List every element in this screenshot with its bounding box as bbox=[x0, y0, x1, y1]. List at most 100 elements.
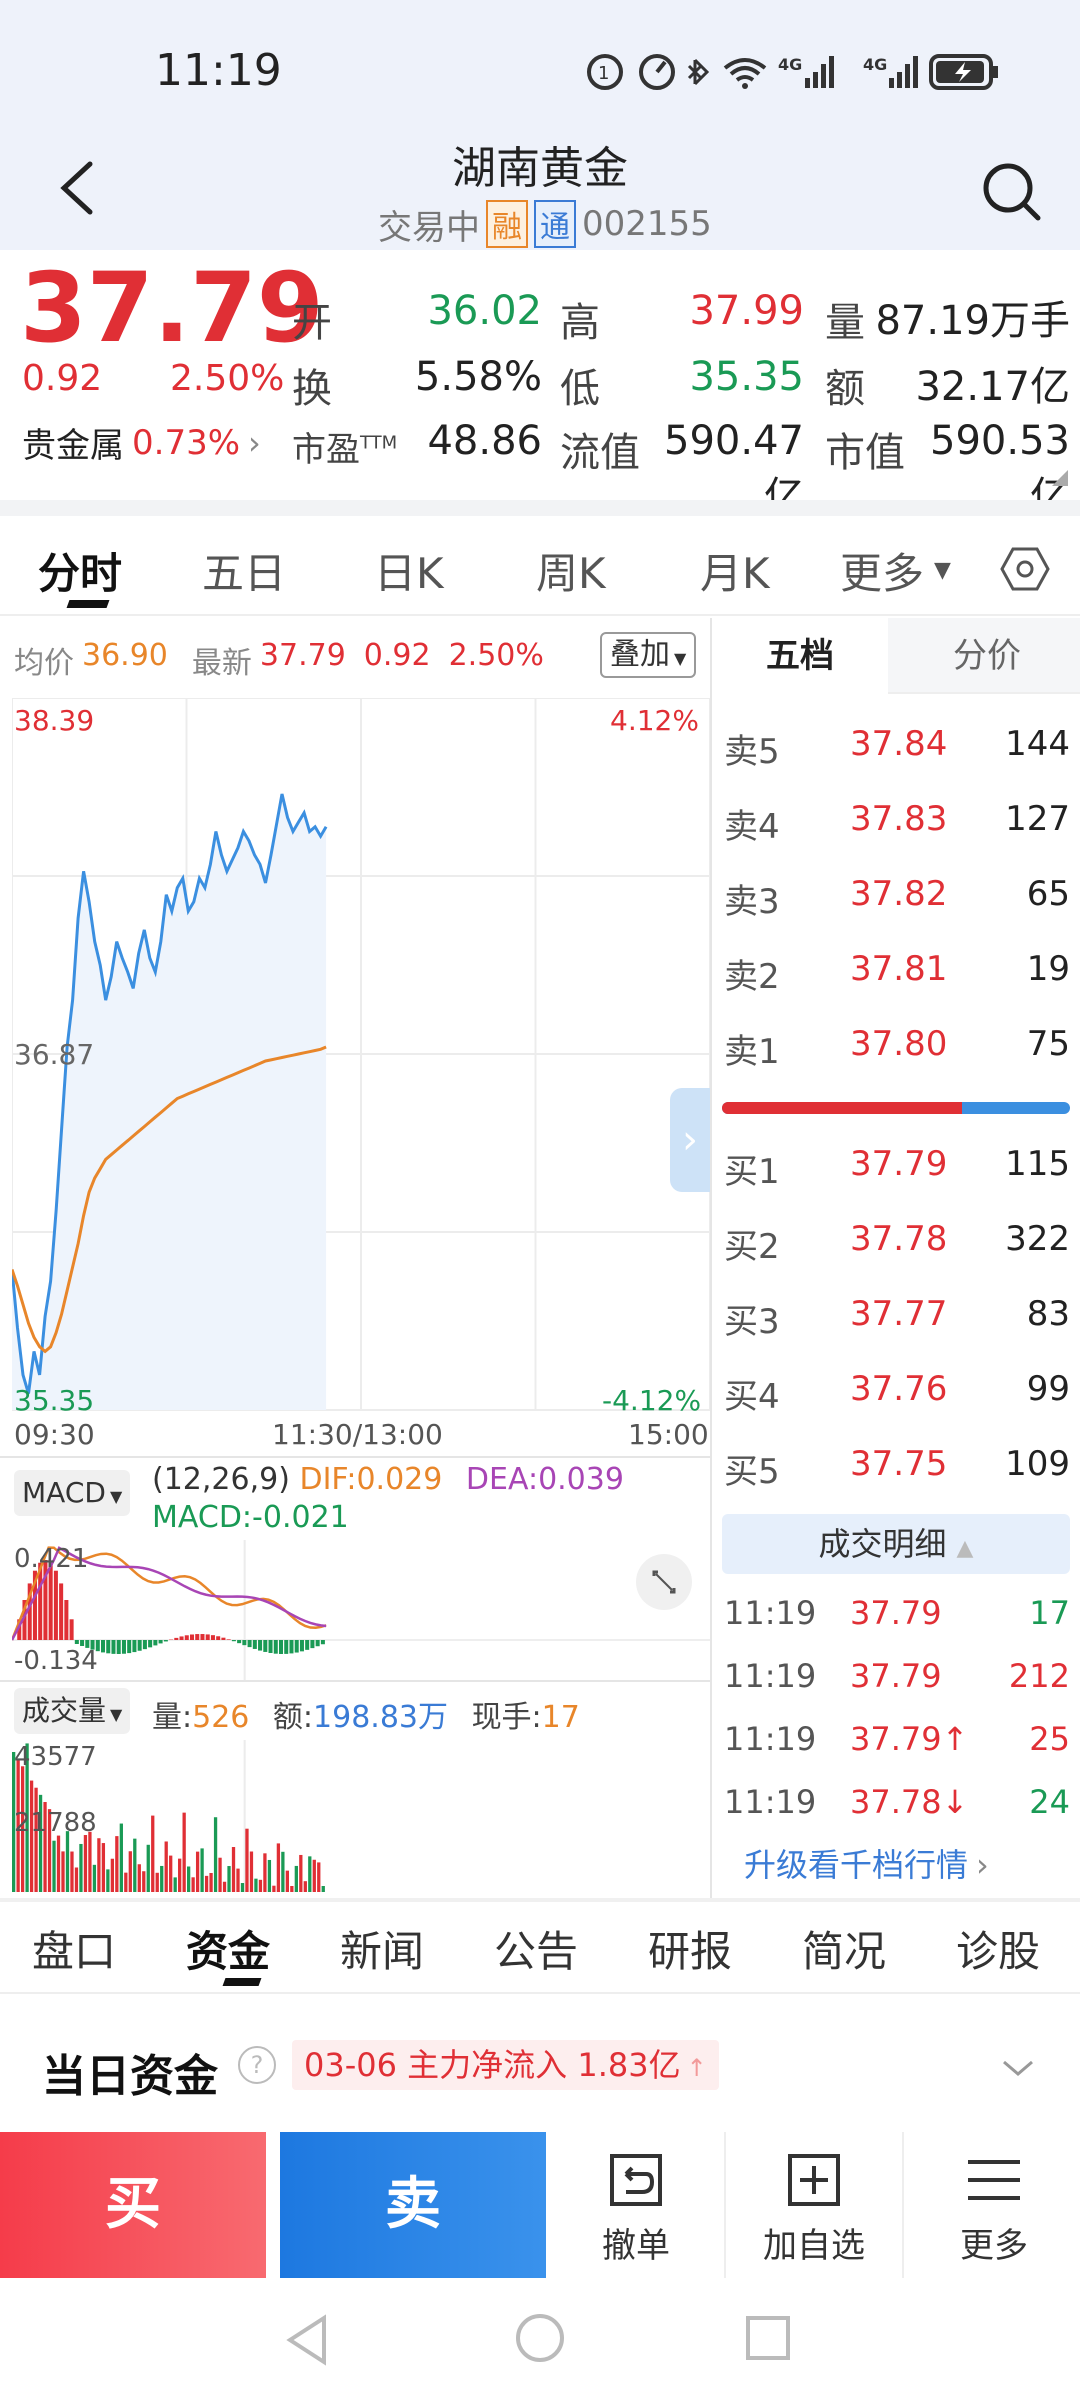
hand-label: 现手: bbox=[471, 1700, 542, 1735]
svg-text:1: 1 bbox=[598, 63, 609, 84]
ask-row[interactable]: 卖2 37.81 19 bbox=[712, 935, 1080, 1010]
bid-level-label: 买5 bbox=[724, 1452, 780, 1492]
volume-bar bbox=[263, 1853, 267, 1892]
ask-level-label: 卖2 bbox=[724, 957, 780, 997]
intraday-chart[interactable] bbox=[12, 698, 710, 1466]
expand-icon bbox=[652, 1570, 676, 1594]
tab-profile[interactable]: 简况 bbox=[802, 1918, 886, 1979]
tab-funds[interactable]: 资金 bbox=[186, 1918, 270, 1979]
ask-row[interactable]: 卖1 37.80 75 bbox=[712, 1010, 1080, 1085]
macd-bar bbox=[121, 1640, 126, 1654]
add-watchlist-button[interactable]: 加自选 bbox=[744, 2150, 884, 2270]
dropdown-icon: ▼ bbox=[934, 558, 951, 583]
volume-bar bbox=[272, 1885, 276, 1892]
price-change-pct: 2.50% bbox=[170, 358, 285, 399]
bid-row[interactable]: 买3 37.77 83 bbox=[712, 1280, 1080, 1355]
ask-row[interactable]: 卖3 37.82 65 bbox=[712, 860, 1080, 935]
ask-row[interactable]: 卖5 37.84 144 bbox=[712, 710, 1080, 785]
expand-book-handle[interactable]: › bbox=[670, 1088, 710, 1192]
search-button[interactable] bbox=[980, 160, 1044, 224]
tab-daily[interactable]: 日K bbox=[374, 540, 444, 601]
nav-home-icon[interactable] bbox=[514, 2312, 566, 2364]
chevron-right-icon: › bbox=[976, 1846, 989, 1884]
plus-box-icon bbox=[788, 2154, 840, 2206]
macd-selector[interactable]: MACD ▼ bbox=[14, 1470, 131, 1516]
bid-row[interactable]: 买1 37.79 115 bbox=[712, 1130, 1080, 1205]
book-tabs: 五档 分价 bbox=[712, 618, 1080, 694]
trade-price: 37.79↑ bbox=[850, 1720, 969, 1758]
divider bbox=[0, 500, 1080, 516]
pe-value: 48.86 bbox=[427, 418, 542, 464]
tab-weekly[interactable]: 周K bbox=[536, 540, 606, 601]
bid-level-label: 买1 bbox=[724, 1152, 780, 1192]
bid-row[interactable]: 买2 37.78 322 bbox=[712, 1205, 1080, 1280]
tab-research[interactable]: 研报 bbox=[648, 1918, 732, 1979]
system-nav-bar bbox=[0, 2280, 1080, 2400]
nav-back-icon[interactable] bbox=[282, 2312, 332, 2368]
macd-bar bbox=[53, 1570, 58, 1640]
bid-price: 37.76 bbox=[850, 1369, 948, 1409]
tab-price-dist[interactable]: 分价 bbox=[902, 618, 1072, 694]
volume-bar bbox=[312, 1859, 316, 1892]
chevron-down-icon[interactable] bbox=[998, 2052, 1038, 2082]
avg-label: 均价 bbox=[14, 646, 74, 681]
macd-bar bbox=[48, 1562, 53, 1640]
volume-bar bbox=[303, 1881, 307, 1892]
tab-news[interactable]: 新闻 bbox=[340, 1918, 424, 1979]
help-icon[interactable]: ? bbox=[238, 2046, 276, 2084]
bid-level-label: 买3 bbox=[724, 1302, 780, 1342]
bid-price: 37.79 bbox=[850, 1144, 948, 1184]
volume-bar bbox=[290, 1886, 294, 1892]
volume-selector[interactable]: 成交量 ▼ bbox=[14, 1688, 131, 1734]
dif-value: 0.029 bbox=[356, 1462, 443, 1497]
macd-bar bbox=[69, 1619, 74, 1640]
trade-detail-header[interactable]: 成交明细 ▲ bbox=[722, 1514, 1070, 1574]
tab-orderbook[interactable]: 盘口 bbox=[32, 1918, 116, 1979]
ratio-red-fill bbox=[722, 1102, 963, 1114]
menu-icon bbox=[968, 2160, 1020, 2200]
bid-level-label: 买2 bbox=[724, 1227, 780, 1267]
overlay-button[interactable]: 叠加 ▼ bbox=[600, 632, 697, 678]
tab-more[interactable]: 更多 ▼ bbox=[840, 540, 951, 601]
sector-link[interactable]: 贵金属 0.73% › bbox=[22, 418, 261, 467]
nav-recents-icon[interactable] bbox=[744, 2314, 792, 2362]
corner-expand-icon[interactable] bbox=[1050, 468, 1070, 488]
axis-bottom-pct: -4.12% bbox=[602, 1384, 702, 1417]
macd-bar bbox=[320, 1640, 325, 1645]
volume-bar bbox=[227, 1866, 231, 1892]
more-button[interactable]: 更多 bbox=[924, 2150, 1064, 2270]
macd-bar bbox=[284, 1640, 289, 1654]
tab-indicator bbox=[222, 1978, 262, 1986]
volume-axis-top: 43577 bbox=[14, 1742, 97, 1772]
back-button[interactable] bbox=[50, 158, 110, 218]
bid-row[interactable]: 买5 37.75 109 bbox=[712, 1430, 1080, 1505]
tab-diagnosis[interactable]: 诊股 bbox=[956, 1918, 1040, 1979]
tab-announcements[interactable]: 公告 bbox=[494, 1918, 578, 1979]
upgrade-link[interactable]: 升级看千档行情 › bbox=[744, 1840, 989, 1886]
tab-five-level[interactable]: 五档 bbox=[712, 618, 888, 694]
avg-value: 36.90 bbox=[82, 638, 168, 673]
divider bbox=[724, 2132, 726, 2278]
tab-monthly[interactable]: 月K bbox=[700, 540, 770, 601]
amount-value: 32.17亿 bbox=[915, 364, 1070, 410]
cancel-order-button[interactable]: 撤单 bbox=[566, 2150, 706, 2270]
volume-bar bbox=[169, 1855, 173, 1892]
sector-name: 贵金属 bbox=[22, 426, 124, 466]
ask-row[interactable]: 卖4 37.83 127 bbox=[712, 785, 1080, 860]
clock: 11:19 bbox=[155, 45, 282, 96]
axis-top-pct: 4.12% bbox=[610, 704, 699, 737]
tab-intraday[interactable]: 分时 bbox=[38, 540, 122, 601]
bid-row[interactable]: 买4 37.76 99 bbox=[712, 1355, 1080, 1430]
sell-button[interactable]: 卖 bbox=[280, 2132, 546, 2278]
trade-row: 11:19 37.79 212 bbox=[712, 1647, 1080, 1710]
tab-5day[interactable]: 五日 bbox=[202, 540, 286, 601]
fullscreen-button[interactable] bbox=[636, 1554, 692, 1610]
axis-mid-price: 36.87 bbox=[14, 1038, 95, 1071]
stock-subtitle: 交易中 融 通 002155 bbox=[378, 200, 712, 248]
buy-button[interactable]: 买 bbox=[0, 2132, 266, 2278]
chart-info-row: 均价 36.90 最新 37.79 0.92 2.50% bbox=[14, 638, 544, 682]
volume-info: 量:526 额:198.83万 现手:17 bbox=[152, 1692, 580, 1736]
volume-bar bbox=[65, 1831, 70, 1892]
volume-bar bbox=[101, 1843, 106, 1892]
settings-hexagon-icon[interactable] bbox=[1000, 544, 1050, 594]
